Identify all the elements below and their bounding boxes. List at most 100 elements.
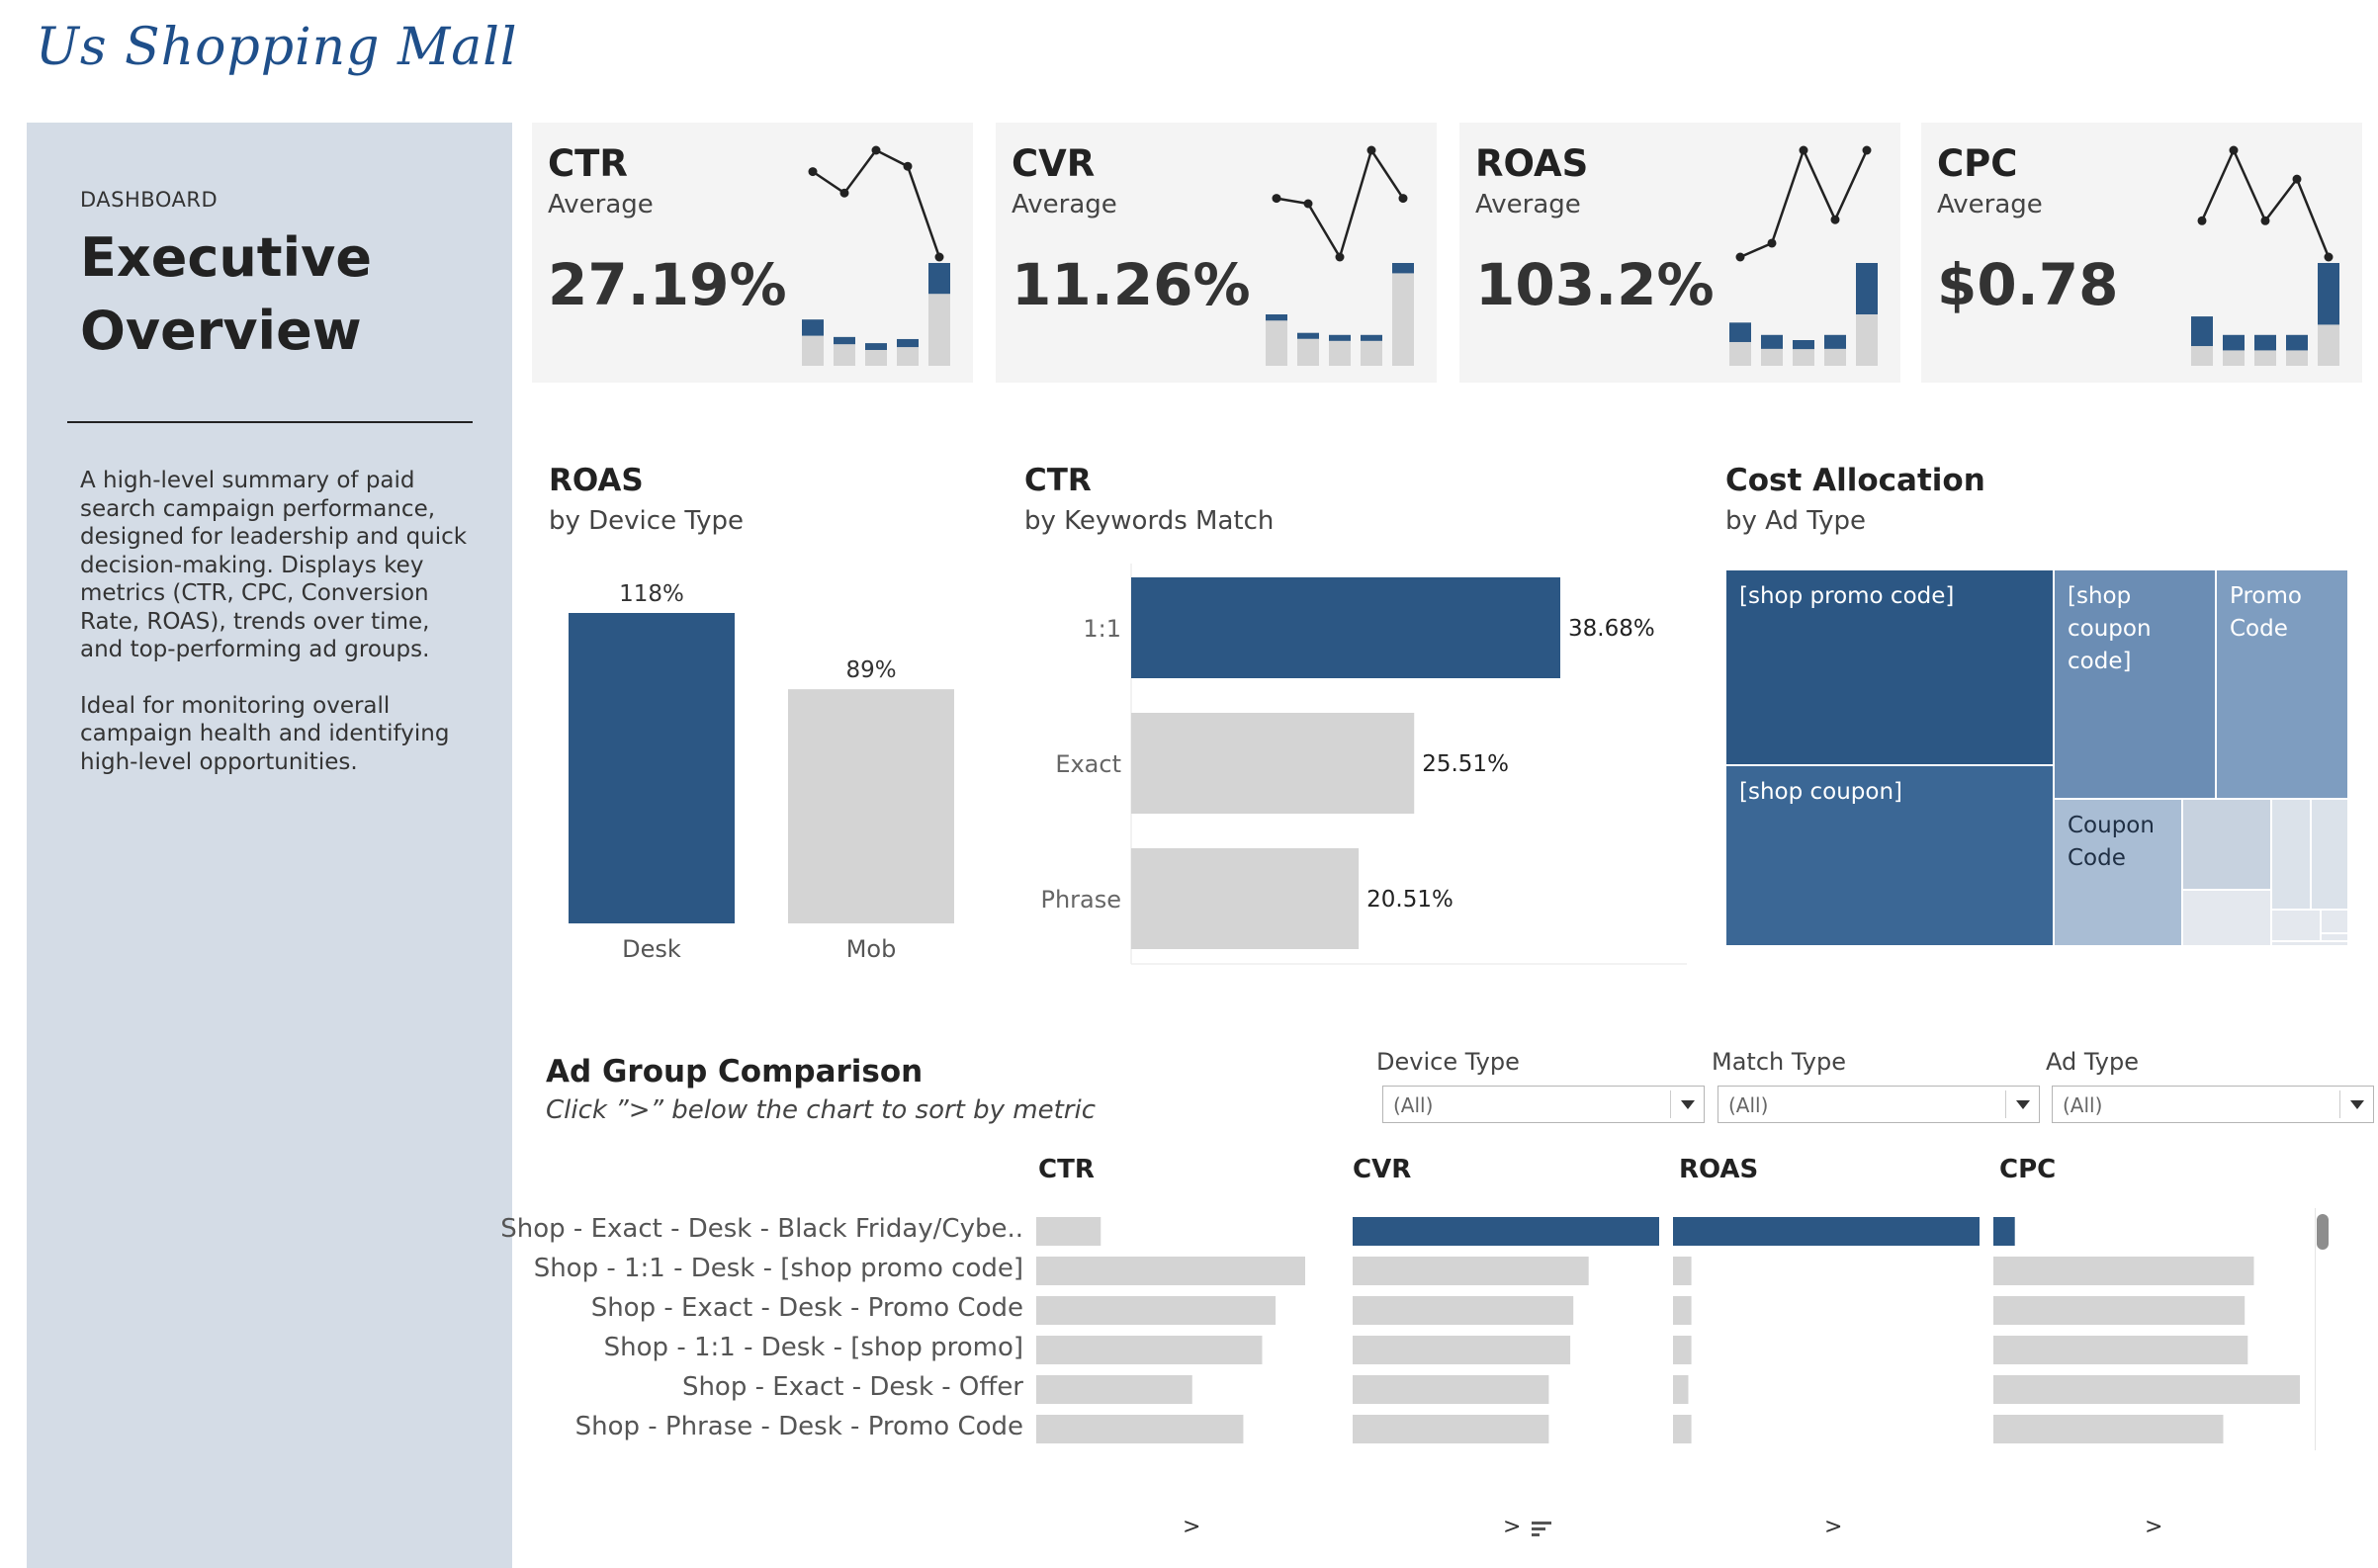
chevron-down-icon[interactable]: [2350, 1100, 2364, 1109]
kpi-subtitle: Average: [1475, 190, 1581, 219]
sparkline-point: [903, 161, 913, 171]
ad-group-bar-roas[interactable]: [1673, 1375, 1689, 1404]
page-title-line1: Executive: [80, 226, 372, 289]
sidebar-description-text: A high-level summary of paid search camp…: [80, 468, 468, 662]
kpi-sparkline: [802, 145, 950, 366]
ad-group-bars: [1036, 1217, 2300, 1443]
roas-category-label: Mob: [846, 935, 897, 963]
ad-group-bar-cvr[interactable]: [1353, 1375, 1549, 1404]
sparkline-point: [2197, 216, 2207, 225]
treemap-cell[interactable]: [2270, 940, 2348, 945]
roas-bar-label: 118%: [619, 581, 684, 607]
filter-label-match-type: Match Type: [1712, 1048, 1846, 1076]
treemap-cell[interactable]: [2270, 909, 2322, 945]
ctr-bar[interactable]: [1131, 848, 1360, 949]
sort-ctr-button[interactable]: >: [1183, 1515, 1200, 1539]
kpi-value: 27.19%: [548, 251, 787, 318]
match-type-dropdown[interactable]: (All): [1717, 1086, 2040, 1123]
sparkline-point: [1735, 252, 1745, 262]
ad-group-bar-cpc[interactable]: [1993, 1415, 2224, 1443]
ad-group-bar-roas[interactable]: [1673, 1415, 1692, 1443]
dropdown-value: (All): [1393, 1093, 1434, 1117]
ctr-bar[interactable]: [1131, 713, 1415, 814]
ad-group-bar-cpc[interactable]: [1993, 1257, 2254, 1285]
treemap-cell[interactable]: [2320, 909, 2348, 934]
treemap-cell[interactable]: [2320, 932, 2348, 942]
sparkline-point: [1366, 145, 1376, 155]
ad-group-bar-ctr[interactable]: [1036, 1375, 1192, 1404]
sort-icon[interactable]: [1532, 1521, 1553, 1538]
kpi-card-ctr[interactable]: CTR Average 27.19%: [532, 123, 973, 383]
roas-bar-mob[interactable]: [788, 689, 954, 923]
ctr-bar[interactable]: [1131, 577, 1560, 678]
kpi-card-roas[interactable]: ROAS Average 103.2%: [1459, 123, 1900, 383]
ad-group-bar-roas[interactable]: [1673, 1217, 1980, 1246]
sort-roas-button[interactable]: >: [1824, 1515, 1842, 1539]
ctr-category-label: Phrase: [1040, 886, 1121, 914]
sparkline-point: [1830, 215, 1840, 224]
treemap-cell[interactable]: [2181, 798, 2272, 891]
roas-device-subtitle: by Device Type: [549, 506, 745, 536]
ctr-category-label: 1:1: [1083, 615, 1121, 643]
ctr-bar-label: 38.68%: [1568, 616, 1655, 642]
dropdown-divider: [1670, 1090, 1671, 1118]
sparkbar-highlight: [1729, 322, 1751, 342]
ad-group-scrollbar[interactable]: [2315, 1208, 2329, 1450]
ad-group-bar-cpc[interactable]: [1993, 1336, 2248, 1364]
ad-group-title: Ad Group Comparison: [546, 1054, 924, 1089]
sort-cpc-button[interactable]: >: [2145, 1515, 2162, 1539]
sparkline-point: [839, 188, 849, 198]
row-label: Shop - Exact - Desk - Offer: [681, 1372, 1023, 1402]
kpi-subtitle: Average: [1937, 190, 2043, 219]
sparkline-point: [1398, 194, 1408, 204]
ad-group-bar-cvr[interactable]: [1353, 1336, 1571, 1364]
dropdown-divider: [2005, 1090, 2006, 1118]
sparkline-point: [2229, 145, 2239, 155]
sort-cvr-button[interactable]: >: [1503, 1515, 1521, 1539]
kpi-card-cpc[interactable]: CPC Average $0.78: [1921, 123, 2362, 383]
row-label: Shop - Exact - Desk - Black Friday/Cybe.…: [500, 1214, 1023, 1244]
sparkbar-highlight: [1392, 263, 1414, 274]
sparkbar-highlight: [834, 336, 855, 345]
ad-group-bar-cvr[interactable]: [1353, 1296, 1574, 1325]
sparkbar: [1392, 263, 1414, 366]
scrollbar-thumb[interactable]: [2317, 1214, 2329, 1250]
ad-group-bar-ctr[interactable]: [1036, 1296, 1277, 1325]
ad-type-dropdown[interactable]: (All): [2052, 1086, 2374, 1123]
treemap-cell-label: [shop promo code]: [1739, 583, 1954, 609]
ad-group-bar-ctr[interactable]: [1036, 1415, 1244, 1443]
kpi-name: ROAS: [1475, 142, 1589, 185]
column-header-roas: ROAS: [1679, 1155, 1759, 1184]
sparkline-trend: [2200, 146, 2331, 258]
sparkline-point: [1272, 194, 1281, 204]
ad-group-bar-roas[interactable]: [1673, 1336, 1692, 1364]
ad-group-bar-cpc[interactable]: [1993, 1217, 2015, 1246]
ad-group-bar-cpc[interactable]: [1993, 1296, 2246, 1325]
kpi-card-cvr[interactable]: CVR Average 11.26%: [996, 123, 1437, 383]
treemap-cell[interactable]: [2270, 798, 2312, 911]
kpi-name: CPC: [1937, 142, 2018, 185]
ad-group-bar-cvr[interactable]: [1353, 1415, 1549, 1443]
chevron-down-icon[interactable]: [2016, 1100, 2030, 1109]
ad-group-bar-roas[interactable]: [1673, 1296, 1692, 1325]
ctr-bar-label: 25.51%: [1422, 751, 1509, 777]
ad-group-bar-ctr[interactable]: [1036, 1336, 1263, 1364]
sparkline-point: [2292, 174, 2302, 184]
roas-bar-desk[interactable]: [569, 613, 735, 923]
ad-group-bar-roas[interactable]: [1673, 1257, 1692, 1285]
treemap-cell[interactable]: [2181, 889, 2272, 945]
ad-group-bar-cvr[interactable]: [1353, 1257, 1589, 1285]
ad-group-bar-ctr[interactable]: [1036, 1257, 1305, 1285]
row-label: Shop - 1:1 - Desk - [shop promo]: [603, 1333, 1023, 1362]
ad-group-bar-cpc[interactable]: [1993, 1375, 2300, 1404]
treemap-cell[interactable]: [2310, 798, 2348, 911]
device-type-dropdown[interactable]: (All): [1382, 1086, 1705, 1123]
chevron-down-icon[interactable]: [1681, 1100, 1695, 1109]
ctr-match-chart: 38.68% 1:1 25.51% Exact 20.51% Phrase: [1040, 564, 1687, 965]
kpi-subtitle: Average: [1012, 190, 1117, 219]
ad-group-bar-cvr[interactable]: [1353, 1217, 1659, 1246]
cost-allocation-subtitle: by Ad Type: [1725, 506, 1866, 536]
ad-group-bar-ctr[interactable]: [1036, 1217, 1101, 1246]
ctr-category-label: Exact: [1055, 750, 1121, 778]
dropdown-value: (All): [2063, 1093, 2103, 1117]
